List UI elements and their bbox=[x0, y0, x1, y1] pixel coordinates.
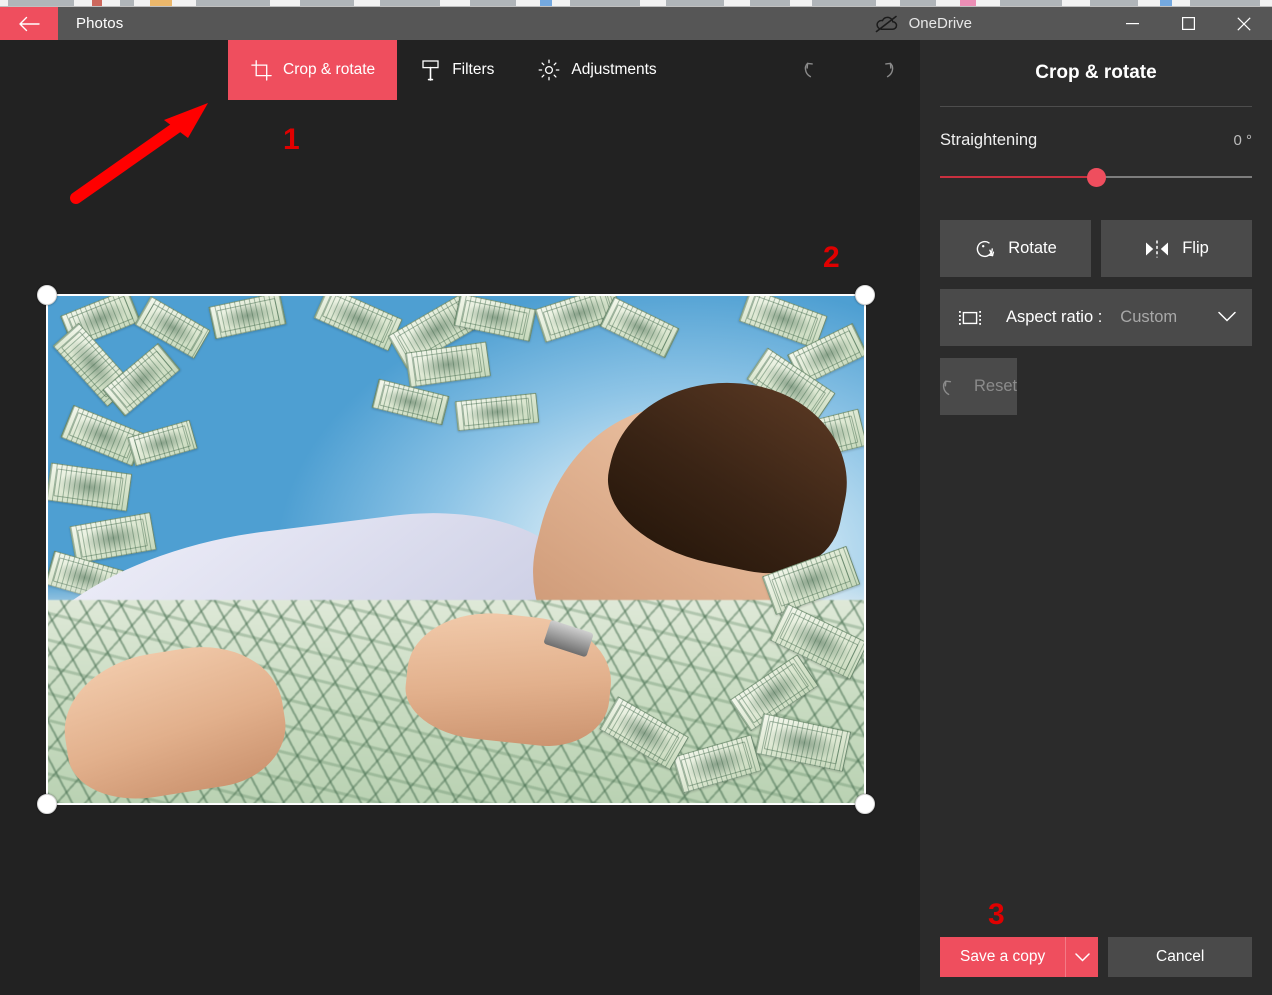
back-arrow-icon bbox=[19, 16, 40, 31]
filters-icon bbox=[419, 59, 441, 81]
crop-handle-top-right[interactable] bbox=[855, 285, 875, 305]
undo-button[interactable] bbox=[796, 53, 830, 87]
close-icon bbox=[1237, 16, 1251, 31]
slider-fill bbox=[940, 176, 1096, 178]
app-title: Photos bbox=[76, 15, 124, 32]
rotate-flip-row: Rotate Flip bbox=[940, 220, 1252, 277]
command-bar: Crop & rotate Filters Adjustments bbox=[0, 40, 920, 100]
undo-icon bbox=[804, 62, 813, 78]
redo-button[interactable] bbox=[868, 53, 902, 87]
onedrive-status[interactable]: OneDrive bbox=[874, 7, 972, 40]
tab-filters[interactable]: Filters bbox=[397, 40, 516, 100]
window-controls bbox=[1104, 7, 1272, 40]
brightness-icon bbox=[538, 59, 560, 81]
chevron-down-icon bbox=[1075, 952, 1090, 962]
rotate-label: Rotate bbox=[1008, 239, 1057, 257]
aspect-ratio-value: Custom bbox=[1120, 308, 1178, 326]
footer-actions: Save a copy Cancel bbox=[940, 937, 1252, 977]
flip-icon bbox=[1146, 240, 1169, 257]
cloud-offline-icon bbox=[875, 15, 897, 32]
straightening-value: 0 ° bbox=[1233, 132, 1252, 149]
reset-button[interactable]: Reset bbox=[940, 358, 1018, 415]
annotation-number-3: 3 bbox=[988, 898, 1005, 931]
editor-tabs: Crop & rotate Filters Adjustments bbox=[228, 40, 679, 100]
flip-button[interactable]: Flip bbox=[1101, 220, 1252, 277]
panel-title: Crop & rotate bbox=[1035, 62, 1157, 83]
editing-canvas[interactable]: 1 2 bbox=[0, 100, 920, 995]
maximize-button[interactable] bbox=[1160, 7, 1216, 40]
tab-adjustments[interactable]: Adjustments bbox=[516, 40, 678, 100]
reset-row: Reset bbox=[940, 358, 1252, 415]
history-controls bbox=[796, 40, 902, 100]
straightening-label: Straightening bbox=[940, 131, 1038, 149]
crop-handle-bottom-left[interactable] bbox=[37, 794, 57, 814]
minimize-icon bbox=[1125, 22, 1139, 24]
title-bar: Photos OneDrive bbox=[0, 7, 1272, 40]
crop-handle-top-left[interactable] bbox=[37, 285, 57, 305]
annotation-pointer-arrow bbox=[70, 103, 208, 204]
annotation-number-1: 1 bbox=[283, 123, 300, 156]
aspect-ratio-label: Aspect ratio : bbox=[1006, 308, 1103, 326]
crop-rotate-panel: Crop & rotate Straightening 0 ° Rotate F… bbox=[920, 40, 1272, 995]
crop-handle-bottom-right[interactable] bbox=[855, 794, 875, 814]
aspect-ratio-row: Aspect ratio : Custom bbox=[940, 289, 1252, 346]
save-a-copy-group: Save a copy bbox=[940, 937, 1099, 977]
maximize-icon bbox=[1181, 17, 1195, 30]
photo-preview bbox=[48, 296, 864, 803]
minimize-button[interactable] bbox=[1104, 7, 1160, 40]
slider-thumb[interactable] bbox=[1086, 168, 1106, 187]
tab-label: Crop & rotate bbox=[283, 61, 376, 78]
reset-icon bbox=[942, 380, 952, 395]
annotation-number-2: 2 bbox=[823, 241, 840, 274]
tab-crop-and-rotate[interactable]: Crop & rotate bbox=[228, 40, 398, 100]
tab-label: Filters bbox=[452, 61, 495, 78]
crop-selection-frame[interactable] bbox=[37, 285, 875, 814]
straightening-row: Straightening 0 ° bbox=[940, 131, 1252, 150]
cancel-button[interactable]: Cancel bbox=[1108, 937, 1252, 977]
crop-icon bbox=[250, 59, 272, 81]
aspect-ratio-button[interactable]: Aspect ratio : Custom bbox=[940, 289, 1252, 346]
onedrive-label: OneDrive bbox=[908, 15, 972, 32]
redo-icon bbox=[885, 62, 894, 78]
rotate-button[interactable]: Rotate bbox=[940, 220, 1091, 277]
tab-label: Adjustments bbox=[571, 61, 657, 78]
chevron-down-icon bbox=[1218, 308, 1236, 327]
panel-divider bbox=[940, 106, 1252, 107]
straightening-slider[interactable] bbox=[940, 168, 1252, 187]
close-button[interactable] bbox=[1216, 7, 1272, 40]
save-a-copy-button[interactable]: Save a copy bbox=[940, 937, 1066, 977]
flip-label: Flip bbox=[1182, 239, 1209, 257]
rotate-icon bbox=[976, 240, 995, 257]
back-button[interactable] bbox=[0, 7, 58, 40]
aspect-ratio-icon bbox=[959, 310, 981, 325]
save-options-dropdown-button[interactable] bbox=[1065, 937, 1099, 977]
background-window-sliver bbox=[0, 0, 1272, 7]
photos-app-window: Photos OneDrive Crop & rotate Filters Ad… bbox=[0, 0, 1272, 995]
reset-label: Reset bbox=[974, 377, 1018, 395]
